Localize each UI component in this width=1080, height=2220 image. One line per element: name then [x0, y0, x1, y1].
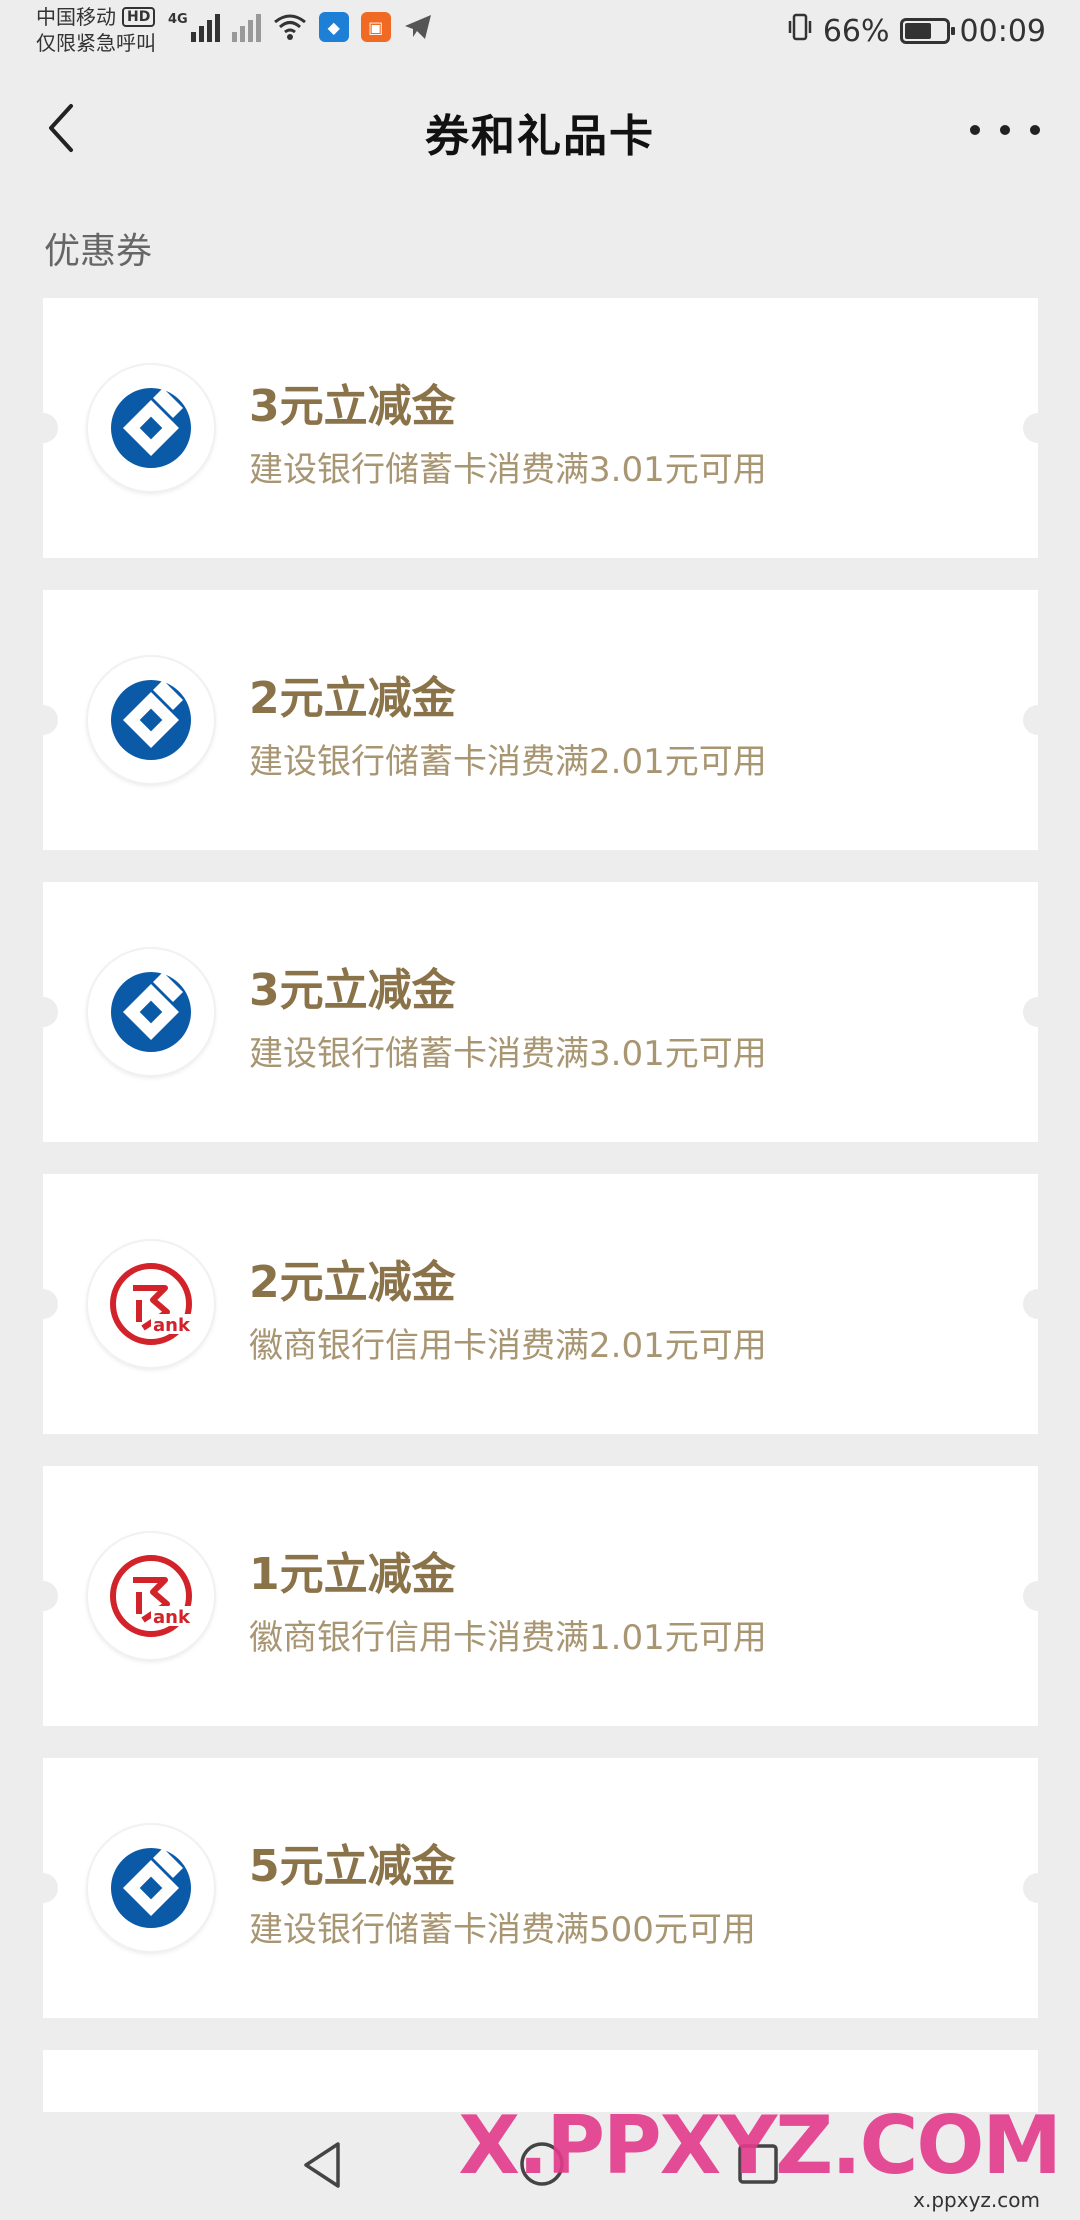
coupon-desc: 建设银行储蓄卡消费满500元可用	[249, 1910, 756, 1950]
status-right: 66% 00:09	[787, 12, 1046, 50]
coupon-title: 3元立减金	[249, 965, 456, 1016]
battery-percent: 66%	[822, 13, 890, 49]
svg-text:ank: ank	[153, 1607, 191, 1628]
ccb-logo-icon	[88, 1825, 214, 1951]
triangle-back-icon	[304, 2142, 340, 2188]
hsb-logo-icon: ank	[88, 1241, 214, 1367]
coupon-title: 3元立减金	[249, 381, 456, 432]
ccb-logo-icon	[88, 949, 214, 1075]
header: 券和礼品卡	[0, 70, 1080, 190]
coupon-list: 3元立减金 建设银行储蓄卡消费满3.01元可用 2元立减金 建设银行储蓄卡消费满…	[28, 298, 1053, 2130]
section-title: 优惠券	[44, 231, 153, 272]
coupon-card[interactable]: 3元立减金 建设银行储蓄卡消费满3.01元可用	[28, 298, 1053, 558]
coupon-desc: 徽商银行信用卡消费满1.01元可用	[249, 1618, 767, 1658]
coupon-title: 2元立减金	[249, 673, 456, 724]
dot-icon	[1000, 125, 1010, 135]
coupon-card[interactable]: 2元立减金 建设银行储蓄卡消费满2.01元可用	[28, 590, 1053, 850]
telegram-icon	[403, 13, 433, 41]
coupon-card[interactable]: 5元立减金 建设银行储蓄卡消费满500元可用	[28, 1758, 1053, 2018]
wifi-icon	[273, 13, 307, 41]
signal-icon: 4G	[168, 12, 220, 42]
hsb-logo-icon: ank	[88, 1533, 214, 1659]
hd-badge: HD	[122, 7, 156, 27]
clock: 00:09	[959, 13, 1046, 49]
coupon-desc: 建设银行储蓄卡消费满3.01元可用	[249, 450, 767, 490]
watermark-url: x.ppxyz.com	[913, 2188, 1040, 2212]
shield-app-icon: ◆	[318, 12, 349, 42]
network-type: 4G	[168, 12, 188, 27]
emergency-text: 仅限紧急呼叫	[36, 31, 156, 55]
coupon-title: 2元立减金	[249, 1257, 456, 1308]
vibrate-icon	[787, 12, 813, 50]
coupon-desc: 建设银行储蓄卡消费满3.01元可用	[249, 1034, 767, 1074]
status-bar: 中国移动 HD 仅限紧急呼叫 4G ◆ ▣ 66% 00:09	[0, 0, 1080, 70]
ccb-logo-icon	[88, 365, 214, 491]
coupon-title: 1元立减金	[249, 1549, 456, 1600]
coupon-desc: 建设银行储蓄卡消费满2.01元可用	[249, 742, 767, 782]
carrier-info: 中国移动 HD 仅限紧急呼叫	[36, 4, 156, 56]
app-notification-icon: ▣	[360, 12, 391, 42]
dot-icon	[1030, 125, 1040, 135]
nav-back-button[interactable]	[300, 2140, 344, 2194]
dot-icon	[970, 125, 980, 135]
more-options-button[interactable]	[970, 110, 1040, 150]
coupon-card[interactable]: ank 2元立减金 徽商银行信用卡消费满2.01元可用	[28, 1174, 1053, 1434]
battery-icon	[899, 18, 955, 44]
coupon-title: 5元立减金	[249, 1841, 456, 1892]
signal-2-icon	[231, 12, 261, 42]
coupon-desc: 徽商银行信用卡消费满2.01元可用	[249, 1326, 767, 1366]
coupon-card[interactable]: 3元立减金 建设银行储蓄卡消费满3.01元可用	[28, 882, 1053, 1142]
page-title: 券和礼品卡	[425, 111, 655, 162]
watermark: X.PPXYZ.COM	[458, 2099, 1062, 2192]
carrier-name: 中国移动	[36, 5, 116, 29]
status-icons: 4G ◆ ▣	[168, 12, 433, 42]
coupon-card[interactable]: ank 1元立减金 徽商银行信用卡消费满1.01元可用	[28, 1466, 1053, 1726]
ccb-logo-icon	[88, 657, 214, 783]
svg-text:ank: ank	[153, 1315, 191, 1336]
